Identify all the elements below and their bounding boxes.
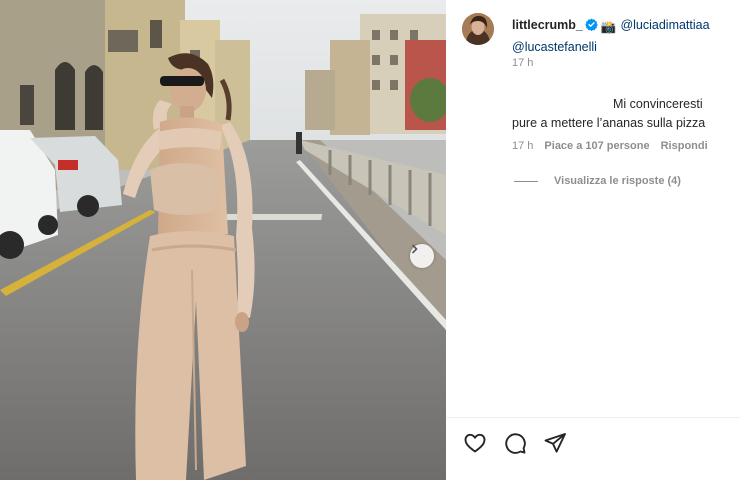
avatar-image xyxy=(462,13,494,45)
share-button[interactable] xyxy=(542,430,568,456)
comment-meta: 17 h Piace a 107 persone Rispondi xyxy=(512,140,719,152)
chevron-right-icon xyxy=(412,244,418,254)
avatar[interactable] xyxy=(462,13,494,45)
comment-line-1: Mi convinceresti xyxy=(613,97,703,111)
camera-icon: 📸 xyxy=(600,20,617,34)
post-side-panel: littlecrumb_ 📸 @luciadimattiaa @lucastefane… xyxy=(446,0,740,480)
like-button[interactable] xyxy=(462,430,488,456)
street-photo-illustration xyxy=(0,0,446,480)
view-replies-label: Visualizza le risposte (4) xyxy=(554,175,681,187)
caption-username[interactable]: littlecrumb_ xyxy=(512,18,583,32)
paper-plane-icon xyxy=(544,433,566,453)
comment-line-2: pure a mettere l’ananas sulla pizza xyxy=(512,116,706,130)
post-photo xyxy=(0,0,446,480)
comment-bubble-icon xyxy=(505,433,526,454)
comment-timestamp[interactable]: 17 h xyxy=(512,140,533,152)
next-photo-button[interactable] xyxy=(410,244,434,268)
comment-likes[interactable]: Piace a 107 persone xyxy=(544,140,649,152)
heart-icon xyxy=(464,433,486,453)
verified-badge-icon xyxy=(585,18,598,31)
mention-link-1[interactable]: @luciadimattiaa xyxy=(620,18,709,32)
comment-button[interactable] xyxy=(502,430,528,456)
caption-timestamp[interactable]: 17 h xyxy=(512,57,533,69)
replies-divider-line xyxy=(514,180,538,182)
actions-divider xyxy=(446,417,740,418)
mention-link-2[interactable]: @lucastefanelli xyxy=(512,40,597,54)
view-replies-button[interactable]: Visualizza le risposte (4) xyxy=(514,175,681,187)
action-bar xyxy=(462,430,568,456)
comment-text: Mi convinceresti pure a mettere l’ananas… xyxy=(512,95,734,133)
reply-button[interactable]: Rispondi xyxy=(661,140,708,152)
post-caption: littlecrumb_ 📸 @luciadimattiaa @lucastefane… xyxy=(512,15,734,57)
